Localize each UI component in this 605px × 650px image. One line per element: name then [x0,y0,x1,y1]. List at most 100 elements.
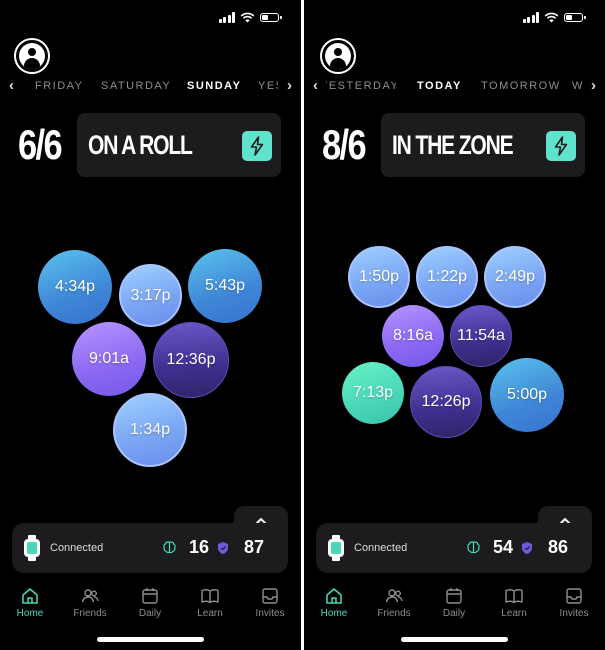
brain-icon [467,541,480,554]
shield-icon [218,542,228,554]
time-bubble[interactable]: 9:01a [72,322,146,396]
day-sunday-selected[interactable]: SUNDAY [187,80,241,92]
invites-icon [566,588,582,604]
tab-bar: Home Friends Daily Learn Invites [0,586,301,626]
wifi-icon [544,12,559,23]
tab-friends-label: Friends [73,608,107,619]
time-bubble[interactable]: 5:00p [490,358,564,432]
status-card: IN THE ZONE [381,113,585,177]
lightning-bolt-icon[interactable] [242,131,272,161]
day-friday[interactable]: FRIDAY [35,80,84,92]
watch-icon [327,535,345,561]
tab-invites[interactable]: Invites [544,586,604,619]
tab-daily-label: Daily [442,608,466,619]
day-next-partial[interactable]: W [572,80,584,92]
lightning-bolt-icon[interactable] [546,131,576,161]
day-yesterday-partial[interactable]: YESTERDAY [326,80,396,92]
day-tomorrow[interactable]: TOMORROW [481,80,561,92]
learn-icon [201,589,219,604]
tab-invites-label: Invites [559,608,589,619]
status-label: ON A ROLL [88,130,193,160]
home-indicator[interactable] [97,637,204,642]
connection-status: Connected [50,542,104,554]
brain-score: 54 [493,537,514,557]
chevron-left-icon[interactable]: ‹ [9,78,14,94]
home-icon [326,588,342,604]
chevron-left-icon[interactable]: ‹ [313,78,318,94]
phone-screen-today: ‹ YESTERDAY TODAY TOMORROW W › 8/6 IN TH… [304,0,605,650]
device-status-bar[interactable]: Connected 54 86 [316,523,592,573]
friends-icon [81,589,99,603]
status-card: ON A ROLL [77,113,281,177]
time-bubble[interactable]: 11:54a [450,305,512,367]
shield-score: 87 [244,537,265,557]
status-bar [522,12,586,23]
time-bubble[interactable]: 12:26p [410,366,482,438]
time-bubble[interactable]: 1:22p [416,246,478,308]
phone-screen-sunday: ‹ FRIDAY SATURDAY SUNDAY YES › 6/6 ON A … [0,0,301,650]
time-bubble[interactable]: 4:34p [38,250,112,324]
time-bubble[interactable]: 8:16a [382,305,444,367]
chevron-right-icon[interactable]: › [591,78,596,94]
connection-status: Connected [354,542,408,554]
time-bubble[interactable]: 1:50p [348,246,410,308]
friends-icon [385,589,403,603]
tab-home-label: Home [320,608,348,619]
wifi-icon [240,12,255,23]
brain-icon [163,541,176,554]
day-next-clip: YES [258,78,278,94]
tab-home-label: Home [16,608,44,619]
tab-bar: Home Friends Daily Learn Invites [304,586,605,626]
profile-avatar[interactable] [14,38,50,74]
signal-icon [218,12,235,23]
tab-daily[interactable]: Daily [120,586,180,619]
day-today-selected[interactable]: TODAY [417,80,462,92]
tab-invites-label: Invites [255,608,285,619]
shield-score: 86 [548,537,569,557]
time-bubble[interactable]: 5:43p [188,249,262,323]
tab-daily[interactable]: Daily [424,586,484,619]
day-saturday[interactable]: SATURDAY [101,80,171,92]
learn-icon [505,589,523,604]
profile-avatar[interactable] [320,38,356,74]
chevron-right-icon[interactable]: › [287,78,292,94]
battery-icon [564,13,586,22]
tab-learn-label: Learn [501,608,527,619]
tab-friends[interactable]: Friends [60,586,120,619]
time-bubble[interactable]: 7:13p [342,362,404,424]
time-bubble[interactable]: 3:17p [119,264,182,327]
tab-invites[interactable]: Invites [240,586,300,619]
score-value: 6/6 [18,121,63,168]
time-bubble[interactable]: 1:34p [113,393,187,467]
avatar-icon [325,43,351,69]
day-navigator: ‹ FRIDAY SATURDAY SUNDAY YES › [0,78,301,94]
watch-icon [23,535,41,561]
status-bar [218,12,282,23]
status-label: IN THE ZONE [392,130,514,160]
tab-daily-label: Daily [138,608,162,619]
brain-score: 16 [189,537,210,557]
device-status-bar[interactable]: Connected 16 87 [12,523,288,573]
daily-icon [142,588,158,604]
time-bubble[interactable]: 2:49p [484,246,546,308]
score-value: 8/6 [322,121,367,168]
avatar-icon [19,43,45,69]
home-icon [22,588,38,604]
tab-home[interactable]: Home [304,586,364,619]
tab-learn-label: Learn [197,608,223,619]
tab-home[interactable]: Home [0,586,60,619]
tab-learn[interactable]: Learn [484,586,544,619]
day-navigator: ‹ YESTERDAY TODAY TOMORROW W › [304,78,605,94]
signal-icon [522,12,539,23]
daily-icon [446,588,462,604]
time-bubble[interactable]: 12:36p [153,322,229,398]
day-yesterday-partial[interactable]: YES [258,80,278,92]
tab-learn[interactable]: Learn [180,586,240,619]
home-indicator[interactable] [401,637,508,642]
shield-icon [522,542,532,554]
tab-friends[interactable]: Friends [364,586,424,619]
day-prev-clip: YESTERDAY [326,78,396,94]
battery-icon [260,13,282,22]
invites-icon [262,588,278,604]
tab-friends-label: Friends [377,608,411,619]
